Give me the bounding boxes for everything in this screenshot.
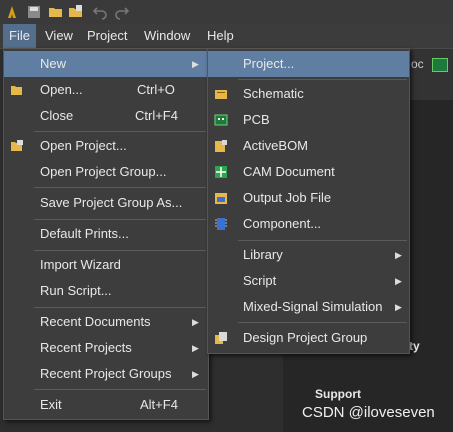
menu-item-label: PCB (243, 112, 270, 127)
open-project-icon[interactable] (68, 4, 84, 20)
menu-item-label: CAM Document (243, 164, 335, 179)
submenu-arrow-icon: ▶ (395, 302, 402, 312)
menu-item-open[interactable]: Open... Ctrl+O (4, 77, 208, 103)
panel-text-fragment: ty (409, 339, 420, 353)
menu-item-label: ActiveBOM (243, 138, 309, 153)
menu-item-label: Open Project... (40, 138, 127, 153)
open-project-icon (11, 140, 23, 151)
activebom-icon (215, 140, 227, 152)
menu-item-new-project[interactable]: Project... (208, 51, 409, 77)
undo-icon[interactable] (92, 4, 108, 20)
menu-item-cam-document[interactable]: CAM Document (208, 159, 409, 185)
folder-open-icon (11, 86, 22, 95)
submenu-arrow-icon: ▶ (395, 276, 402, 286)
menu-separator (238, 240, 407, 241)
menu-item-label: Default Prints... (40, 226, 129, 241)
component-icon (215, 218, 227, 230)
submenu-arrow-icon: ▶ (192, 343, 199, 353)
shortcut-label: Alt+F4 (140, 397, 178, 412)
menu-item-activebom[interactable]: ActiveBOM (208, 133, 409, 159)
menu-item-close[interactable]: Close Ctrl+F4 (4, 103, 208, 129)
menu-item-library[interactable]: Library ▶ (208, 242, 409, 268)
file-menu: New ▶ Open... Ctrl+O Close Ctrl+F4 Open … (3, 48, 209, 420)
redo-icon[interactable] (114, 4, 130, 20)
menu-item-label: Recent Documents (40, 314, 151, 329)
menu-item-label: Exit (40, 397, 62, 412)
menu-help[interactable]: Help (201, 24, 240, 48)
menu-item-default-prints[interactable]: Default Prints... (4, 221, 208, 247)
menu-item-label: Open Project Group... (40, 164, 167, 179)
support-heading: Support (315, 387, 361, 401)
menu-item-label: New (40, 56, 67, 71)
menu-item-mixed-signal-simulation[interactable]: Mixed-Signal Simulation ▶ (208, 294, 409, 320)
output-job-icon (215, 193, 227, 204)
menu-item-label: Save Project Group As... (40, 195, 183, 210)
menu-bar: File View Project Window Help (0, 24, 453, 49)
schematic-icon (215, 90, 227, 99)
menu-item-label: Mixed-Signal Simulation (243, 299, 383, 314)
project-group-icon (215, 332, 227, 344)
shortcut-label: Ctrl+O (137, 82, 175, 97)
menu-item-label: Output Job File (243, 190, 332, 205)
menu-separator (34, 131, 206, 132)
menu-item-label: Close (40, 108, 74, 123)
menu-item-label: Run Script... (40, 283, 112, 298)
menu-item-recent-project-groups[interactable]: Recent Project Groups ▶ (4, 361, 208, 387)
menu-window[interactable]: Window (138, 24, 196, 48)
menu-separator (34, 219, 206, 220)
submenu-arrow-icon: ▶ (192, 369, 199, 379)
menu-item-recent-projects[interactable]: Recent Projects ▶ (4, 335, 208, 361)
menu-item-label: Recent Projects (40, 340, 132, 355)
menu-separator (238, 79, 407, 80)
menu-item-new[interactable]: New ▶ (4, 51, 208, 77)
shortcut-label: Ctrl+F4 (135, 108, 178, 123)
menu-item-design-project-group[interactable]: Design Project Group (208, 325, 409, 351)
menu-item-label: Recent Project Groups (40, 366, 172, 381)
menu-item-save-project-group-as[interactable]: Save Project Group As... (4, 190, 208, 216)
menu-item-schematic[interactable]: Schematic (208, 81, 409, 107)
pcb-tab-icon (432, 58, 448, 72)
menu-item-open-project[interactable]: Open Project... (4, 133, 208, 159)
menu-file[interactable]: File (3, 24, 36, 48)
cam-document-icon (215, 166, 227, 178)
menu-item-output-job-file[interactable]: Output Job File (208, 185, 409, 211)
submenu-arrow-icon: ▶ (395, 250, 402, 260)
menu-item-pcb[interactable]: PCB (208, 107, 409, 133)
menu-item-open-project-group[interactable]: Open Project Group... (4, 159, 208, 185)
menu-project[interactable]: Project (81, 24, 133, 48)
save-all-icon[interactable] (26, 4, 42, 20)
toolbar (0, 0, 453, 24)
menu-item-label: Schematic (243, 86, 304, 101)
menu-separator (238, 322, 407, 323)
menu-item-label: Script (243, 273, 277, 288)
menu-item-recent-documents[interactable]: Recent Documents ▶ (4, 309, 208, 335)
menu-item-exit[interactable]: Exit Alt+F4 (4, 392, 208, 418)
menu-item-script[interactable]: Script ▶ (208, 268, 409, 294)
menu-item-label: Library (243, 247, 283, 262)
menu-separator (34, 389, 206, 390)
open-folder-icon[interactable] (48, 4, 64, 20)
menu-view[interactable]: View (39, 24, 79, 48)
watermark: CSDN @iloveseven (302, 404, 435, 421)
submenu-arrow-icon: ▶ (192, 59, 199, 69)
menu-item-label: Project... (243, 56, 295, 71)
menu-separator (34, 250, 206, 251)
menu-item-import-wizard[interactable]: Import Wizard (4, 252, 208, 278)
new-submenu: Project... Schematic PCB ActiveBOM CAM D… (207, 48, 410, 354)
pcb-icon (214, 114, 228, 126)
menu-item-run-script[interactable]: Run Script... (4, 278, 208, 304)
menu-item-component[interactable]: Component... (208, 211, 409, 237)
menu-separator (34, 307, 206, 308)
menu-item-label: Component... (243, 216, 322, 231)
menu-separator (34, 187, 206, 188)
document-tab-fragment[interactable]: oc (411, 57, 424, 71)
submenu-arrow-icon: ▶ (192, 317, 199, 327)
menu-item-label: Import Wizard (40, 257, 121, 272)
app-logo-icon (8, 6, 16, 18)
menu-item-label: Design Project Group (243, 330, 368, 345)
menu-item-label: Open... (40, 82, 83, 97)
